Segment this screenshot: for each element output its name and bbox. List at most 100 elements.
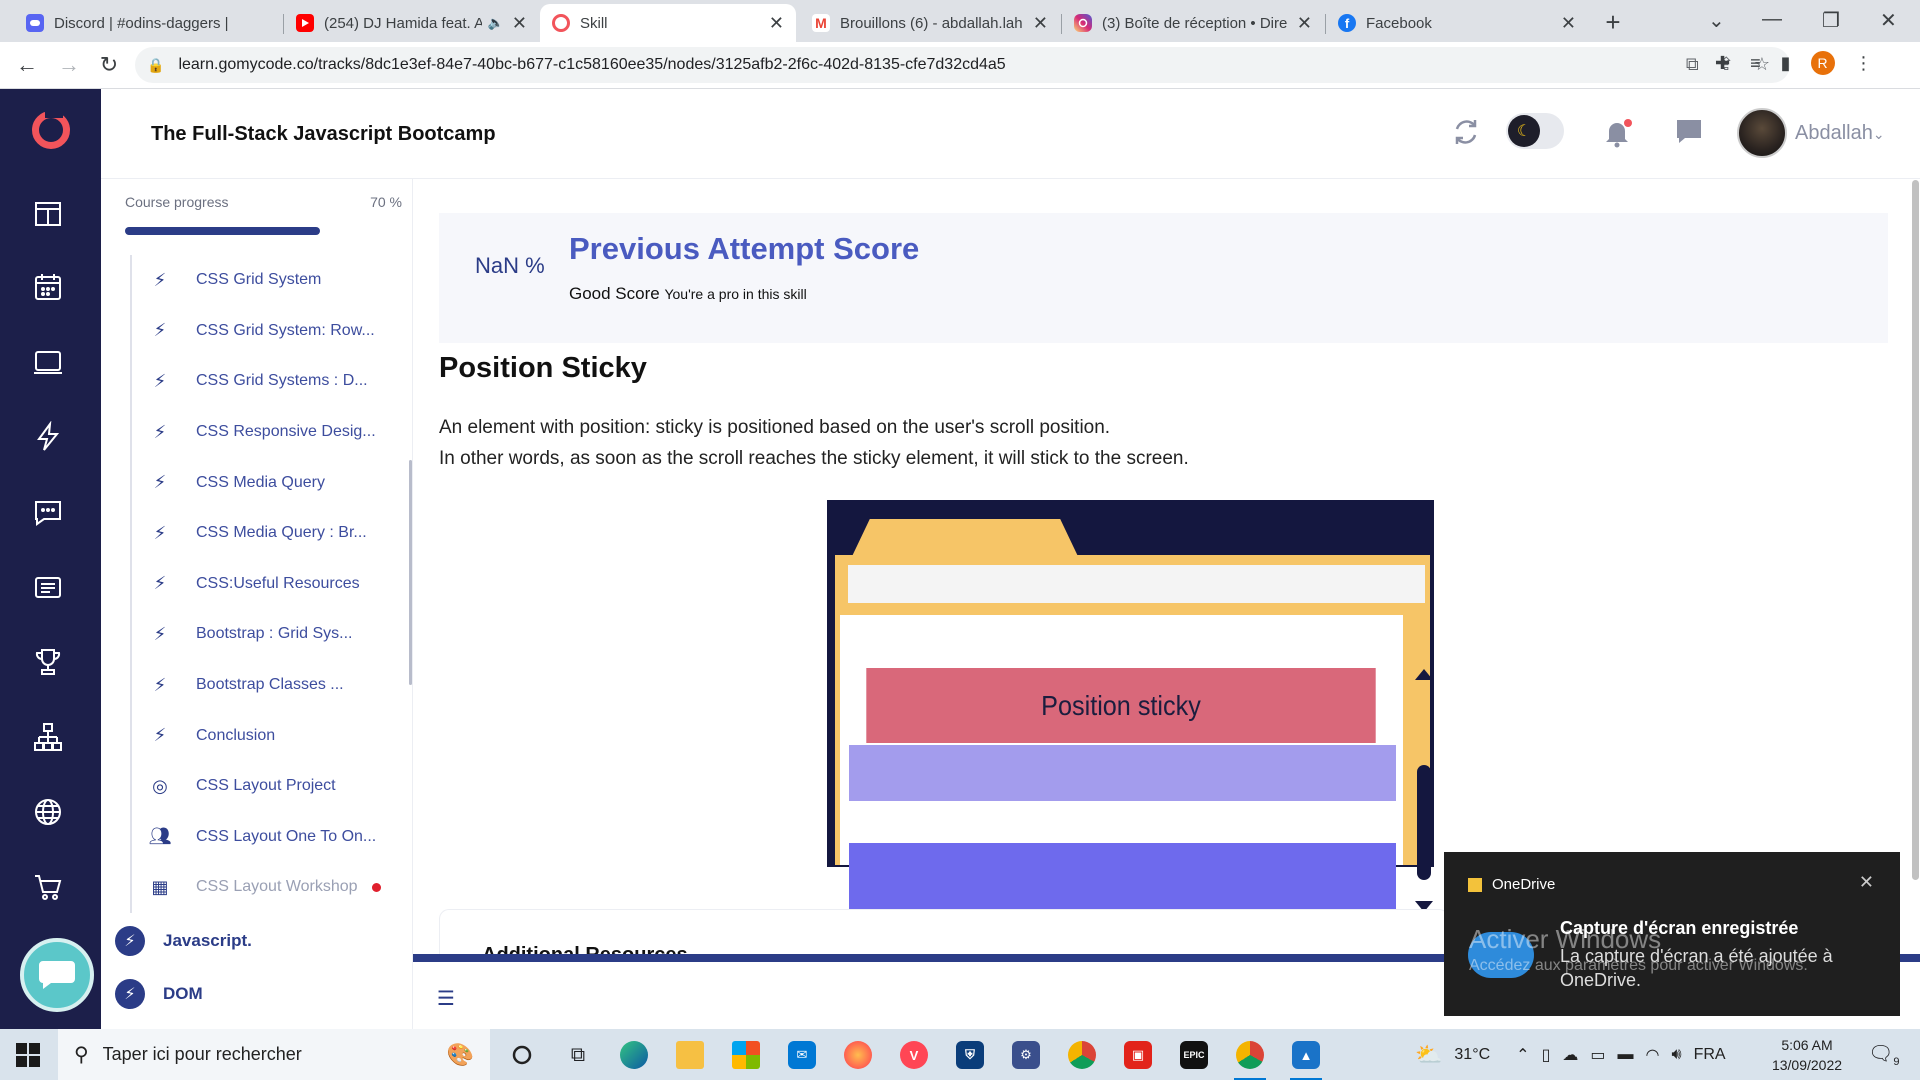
module-javascript[interactable]: ⚡︎ Javascript. — [115, 926, 252, 956]
lesson-item[interactable]: ⚡︎ Conclusion — [132, 710, 400, 761]
weather-temp[interactable]: 31°C — [1454, 1046, 1490, 1064]
lesson-list-toggle-icon[interactable]: ☰ — [437, 986, 455, 1011]
lesson-item[interactable]: ⚡︎ CSS Media Query — [132, 457, 400, 508]
search-highlight-icon[interactable]: 🎨 — [447, 1042, 474, 1068]
media-control-icon[interactable]: ≡ — [1750, 53, 1761, 74]
roblox-icon[interactable]: ▣ — [1118, 1037, 1158, 1073]
side-panel-icon[interactable]: ▮ — [1781, 53, 1791, 74]
display-icon[interactable]: ▭ — [1590, 1045, 1605, 1065]
lesson-item[interactable]: ⚡︎ CSS:Useful Resources — [132, 559, 400, 610]
close-tab-icon[interactable]: ✕ — [769, 13, 784, 34]
profile-avatar[interactable]: R — [1810, 51, 1835, 75]
trophy-icon[interactable] — [30, 644, 66, 680]
url-text: learn.gomycode.co/tracks/8dc1e3ef-84e7-4… — [178, 56, 1006, 73]
chrome-menu-icon[interactable]: ⋮ — [1855, 53, 1873, 74]
lock-icon[interactable]: 🔒 — [147, 57, 164, 74]
gomycode-logo[interactable] — [32, 108, 70, 149]
device-icon[interactable]: ▯ — [1542, 1045, 1551, 1065]
lesson-item-one-to-one[interactable]: 👥︎ CSS Layout One To On... — [132, 812, 400, 863]
sync-icon[interactable] — [1451, 117, 1481, 152]
tab-skill[interactable]: Skill ✕ — [540, 4, 796, 42]
mail-icon[interactable]: ✉ — [782, 1037, 822, 1073]
page-scrollbar[interactable] — [1912, 180, 1919, 880]
chat-icon[interactable] — [1674, 117, 1704, 152]
photos-icon[interactable]: ▲ — [1286, 1037, 1326, 1080]
lesson-item-project[interactable]: ◎ CSS Layout Project — [132, 761, 400, 812]
tab-facebook[interactable]: f Facebook ✕ — [1326, 4, 1588, 42]
messages-icon[interactable] — [30, 494, 66, 530]
tab-gmail[interactable]: M Brouillons (6) - abdallah.lah ✕ — [800, 4, 1060, 42]
forward-button[interactable]: → — [56, 52, 82, 78]
cart-icon[interactable] — [30, 869, 66, 905]
lesson-item[interactable]: ⚡︎ Bootstrap : Grid Sys... — [132, 609, 400, 660]
notifications-bell-icon[interactable] — [1601, 117, 1633, 154]
battery-icon[interactable]: ▬ — [1618, 1046, 1634, 1064]
lesson-item[interactable]: ⚡︎ CSS Grid System — [132, 255, 400, 306]
laptop-icon[interactable] — [30, 344, 66, 380]
sitemap-icon[interactable] — [30, 719, 66, 755]
cortana-icon[interactable] — [502, 1037, 542, 1073]
user-avatar[interactable] — [1737, 108, 1787, 158]
bolt-icon[interactable] — [30, 419, 66, 455]
lesson-item[interactable]: ⚡︎ CSS Grid System: Row... — [132, 306, 400, 357]
discord-icon — [26, 14, 44, 32]
lesson-item[interactable]: ⚡︎ Bootstrap Classes ... — [132, 660, 400, 711]
back-button[interactable]: ← — [14, 52, 40, 78]
file-explorer-icon[interactable] — [670, 1037, 710, 1073]
defender-icon[interactable]: ⛨ — [950, 1037, 990, 1073]
url-field[interactable]: 🔒 learn.gomycode.co/tracks/8dc1e3ef-84e7… — [135, 47, 1790, 83]
weather-icon[interactable]: ⛅ — [1415, 1042, 1442, 1068]
action-center-icon[interactable]: 🗨︎9 — [1868, 1041, 1900, 1068]
microsoft-store-icon[interactable] — [726, 1037, 766, 1073]
calendar-icon[interactable] — [30, 269, 66, 305]
minimize-button[interactable]: — — [1762, 8, 1782, 31]
globe-icon[interactable] — [30, 794, 66, 830]
task-view-icon[interactable]: ⧉ — [558, 1037, 598, 1073]
lesson-item[interactable]: ⚡︎ CSS Media Query : Br... — [132, 508, 400, 559]
module-dom[interactable]: ⚡︎ DOM — [115, 979, 203, 1009]
firefox-icon[interactable] — [838, 1037, 878, 1073]
lesson-item-workshop[interactable]: ▦ CSS Layout Workshop — [132, 862, 400, 913]
translate-icon[interactable]: ⧉ — [1686, 54, 1699, 75]
chevron-up-icon[interactable]: ⌃ — [1516, 1045, 1529, 1065]
close-tab-icon[interactable]: ✕ — [1033, 13, 1048, 34]
language-indicator[interactable]: FRA — [1694, 1046, 1726, 1064]
windows-start-button[interactable] — [16, 1043, 40, 1067]
wifi-icon[interactable]: ◠ — [1646, 1045, 1660, 1065]
extensions-puzzle-icon[interactable]: ✚ — [1715, 53, 1730, 74]
close-tab-icon[interactable]: ✕ — [1297, 13, 1312, 34]
close-window-button[interactable]: ✕ — [1880, 8, 1897, 33]
username-menu[interactable]: Abdallah⌄ — [1795, 122, 1885, 145]
cloud-icon[interactable]: ☁ — [1562, 1045, 1578, 1065]
chrome-profile-icon[interactable] — [1230, 1037, 1270, 1080]
close-tab-icon[interactable]: ✕ — [512, 13, 527, 34]
valorant-icon[interactable]: V — [894, 1037, 934, 1073]
tab-discord[interactable]: Discord | #odins-daggers | — [14, 4, 284, 42]
taskbar-clock[interactable]: 5:06 AM 13/09/2022 — [1762, 1035, 1852, 1075]
edge-icon[interactable] — [614, 1037, 654, 1073]
lesson-item[interactable]: ⚡︎ CSS Grid Systems : D... — [132, 356, 400, 407]
new-tab-button[interactable]: + — [1598, 8, 1628, 38]
dashboard-icon[interactable] — [30, 195, 66, 231]
audio-icon[interactable]: 🔈 — [488, 15, 504, 31]
support-chat-button[interactable] — [20, 938, 94, 1012]
tab-youtube[interactable]: (254) DJ Hamida feat. A 🔈 ✕ — [284, 4, 539, 42]
notification-close-button[interactable]: ✕ — [1859, 872, 1874, 893]
tab-search-icon[interactable]: ⌄ — [1708, 8, 1725, 33]
reload-button[interactable]: ↻ — [96, 52, 122, 78]
app-nav-rail — [0, 89, 101, 1029]
epic-games-icon[interactable]: EPIC — [1174, 1037, 1214, 1073]
close-tab-icon[interactable]: ✕ — [1561, 13, 1576, 34]
taskbar-search-box[interactable]: ⚲ Taper ici pour rechercher 🎨 — [58, 1029, 490, 1080]
lesson-item[interactable]: ⚡︎ CSS Responsive Desig... — [132, 407, 400, 458]
sidebar-scrollbar[interactable] — [409, 460, 412, 685]
settings-app-icon[interactable]: ⚙ — [1006, 1037, 1046, 1073]
dark-mode-toggle[interactable]: ☾ — [1506, 113, 1564, 149]
address-bar-row: ← → ↻ 🔒 learn.gomycode.co/tracks/8dc1e3e… — [0, 42, 1920, 89]
app-header: The Full-Stack Javascript Bootcamp ☾ Abd… — [101, 89, 1920, 179]
tab-instagram[interactable]: (3) Boîte de réception • Dire ✕ — [1062, 4, 1324, 42]
restore-button[interactable]: ❐ — [1822, 8, 1840, 33]
article-icon[interactable] — [30, 569, 66, 605]
chrome-icon[interactable] — [1062, 1037, 1102, 1073]
volume-icon[interactable]: 🔊︎ — [1671, 1046, 1681, 1064]
